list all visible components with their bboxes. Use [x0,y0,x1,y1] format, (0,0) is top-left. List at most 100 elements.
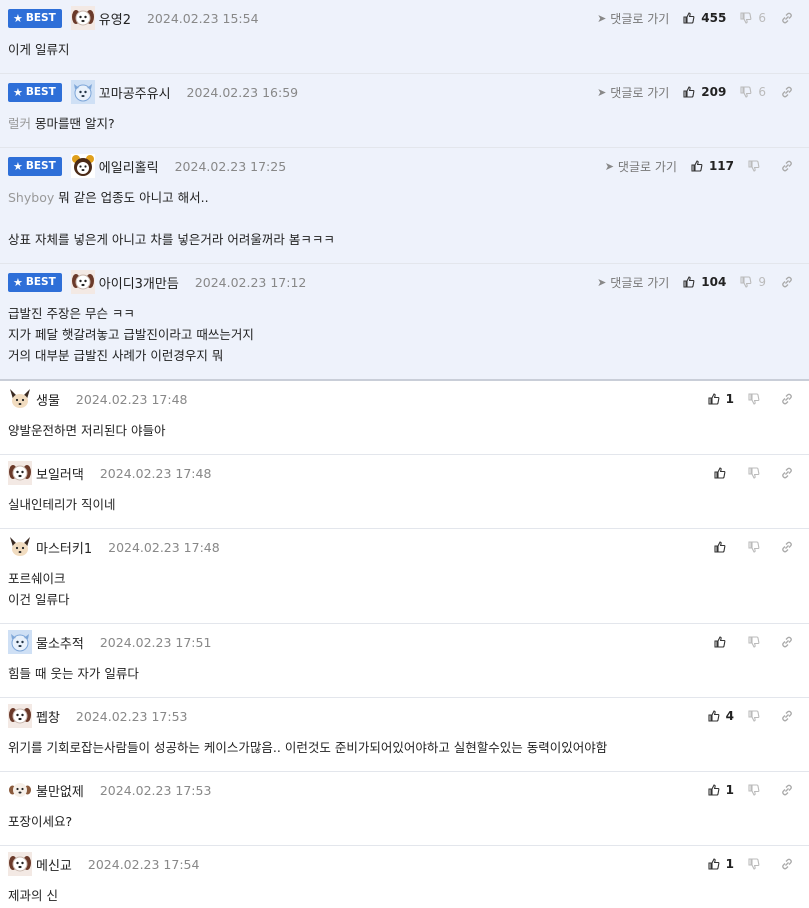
dislike-button[interactable] [748,541,766,553]
like-button[interactable]: 4 [708,709,734,723]
thumbs-up-icon [708,393,720,405]
nickname[interactable]: 불만없제 [36,781,84,800]
dislike-button[interactable] [748,636,766,648]
comment: 불만없제 2024.02.23 17:53 1 포장이세요? [0,772,809,846]
like-button[interactable] [714,541,734,553]
link-icon[interactable] [781,636,793,648]
comment-body: 이게 일류지 [8,36,801,73]
thumbs-up-icon [683,276,695,288]
thumbs-up-icon [708,858,720,870]
comment-header: 불만없제 2024.02.23 17:53 1 [8,772,801,808]
avatar[interactable] [8,704,32,728]
dislike-button[interactable] [748,710,766,722]
thumbs-down-icon [740,276,752,288]
dislike-button[interactable] [748,784,766,796]
thumbs-down-icon [748,160,760,172]
like-button[interactable]: 104 [683,275,726,289]
comment-line: 위기를 기회로잡는사람들이 성공하는 케이스가많음.. 이런것도 준비가되어있어… [8,740,608,755]
reply-target-nickname[interactable]: 럴커 [8,116,31,131]
dislike-button[interactable]: 6 [740,11,766,25]
go-to-reply-link[interactable]: ➤ 댓글로 가기 [597,84,669,101]
avatar[interactable] [8,387,32,411]
avatar[interactable] [8,778,32,802]
comment-line: 실내인테리가 직이네 [8,497,116,512]
link-icon[interactable] [781,710,793,722]
thumbs-down-icon [748,710,760,722]
comment-line: 거의 대부분 급발진 사례가 이런경우지 뭐 [8,348,224,363]
comment-date: 2024.02.23 17:48 [99,465,212,481]
like-button[interactable] [714,636,734,648]
nickname[interactable]: 마스터키1 [36,538,92,557]
star-icon: ★ [13,159,23,173]
link-icon[interactable] [781,784,793,796]
link-icon[interactable] [781,541,793,553]
comment-header: 물소추적 2024.02.23 17:51 [8,624,801,660]
avatar[interactable] [70,270,95,294]
link-icon[interactable] [781,86,793,98]
nickname[interactable]: 꼬마공주유시 [99,83,171,102]
dislike-button[interactable]: 6 [740,85,766,99]
like-button[interactable]: 117 [691,159,734,173]
avatar[interactable] [70,80,95,104]
like-count: 455 [701,11,727,25]
comment-date: 2024.02.23 15:54 [146,10,259,26]
avatar[interactable] [8,630,32,654]
like-button[interactable] [714,467,734,479]
like-count: 1 [725,783,734,797]
nickname[interactable]: 보일러댁 [36,464,84,483]
best-badge: ★ BEST [8,82,62,102]
like-button[interactable]: 1 [708,857,734,871]
nickname[interactable]: 메신교 [36,855,72,874]
avatar[interactable] [8,461,32,485]
link-icon[interactable] [781,12,793,24]
like-count: 1 [725,392,734,406]
dislike-count: 9 [758,275,766,289]
link-icon[interactable] [781,858,793,870]
link-icon[interactable] [781,393,793,405]
nickname[interactable]: 유영2 [99,9,131,28]
reply-target-nickname[interactable]: Shyboy [8,190,54,205]
avatar[interactable] [8,852,32,876]
best-comment: ★ BEST 유영2 2024.02.23 15:54 ➤ 댓글로 가기 455 6 이게 일류… [0,0,809,74]
star-icon: ★ [13,85,23,99]
like-button[interactable]: 455 [683,11,726,25]
dislike-button[interactable]: 9 [740,275,766,289]
dislike-button[interactable] [748,393,766,405]
nickname[interactable]: 생물 [36,390,60,409]
nickname[interactable]: 펩창 [36,707,60,726]
like-button[interactable]: 209 [683,85,726,99]
nickname[interactable]: 물소추적 [36,633,84,652]
comment: 마스터키1 2024.02.23 17:48 포르쉐이크 이건 일류다 [0,529,809,624]
link-icon[interactable] [781,276,793,288]
go-to-reply-link[interactable]: ➤ 댓글로 가기 [597,274,669,291]
nickname[interactable]: 에일리홀릭 [99,157,159,176]
comment: 보일러댁 2024.02.23 17:48 실내인테리가 직이네 [0,455,809,529]
star-icon: ★ [13,275,23,289]
go-to-reply-link[interactable]: ➤ 댓글로 가기 [597,10,669,27]
like-button[interactable]: 1 [708,392,734,406]
go-to-reply-link[interactable]: ➤ 댓글로 가기 [605,158,677,175]
comment-body: 급발진 주장은 무슨 ㅋㅋ 지가 페달 햇갈려놓고 급발진이라고 때쓰는거지 거의 … [8,300,801,379]
comment-line: 포르쉐이크 [8,571,66,586]
link-icon[interactable] [781,160,793,172]
best-comment: ★ BEST 에일리홀릭 2024.02.23 17:25 ➤ 댓글로 가기 117 Shyb… [0,148,809,264]
like-count: 1 [725,857,734,871]
avatar[interactable] [70,6,95,30]
nickname[interactable]: 아이디3개만듬 [99,273,179,292]
comment-list: ★ BEST 유영2 2024.02.23 15:54 ➤ 댓글로 가기 455 6 이게 일류… [0,0,809,908]
comment-body: 럴커 몽마를땐 알지? [8,110,801,147]
dislike-button[interactable] [748,858,766,870]
dislike-button[interactable] [748,467,766,479]
comment-header: 생물 2024.02.23 17:48 1 [8,381,801,417]
like-button[interactable]: 1 [708,783,734,797]
avatar[interactable] [70,154,95,178]
thumbs-down-icon [748,541,760,553]
comment-body: 양발운전하면 저리된다 야들아 [8,417,801,454]
avatar[interactable] [8,535,32,559]
comment-header: 보일러댁 2024.02.23 17:48 [8,455,801,491]
link-icon[interactable] [781,467,793,479]
dislike-count: 6 [758,11,766,25]
comment-header: ★ BEST 에일리홀릭 2024.02.23 17:25 ➤ 댓글로 가기 117 [8,148,801,184]
dislike-button[interactable] [748,160,766,172]
